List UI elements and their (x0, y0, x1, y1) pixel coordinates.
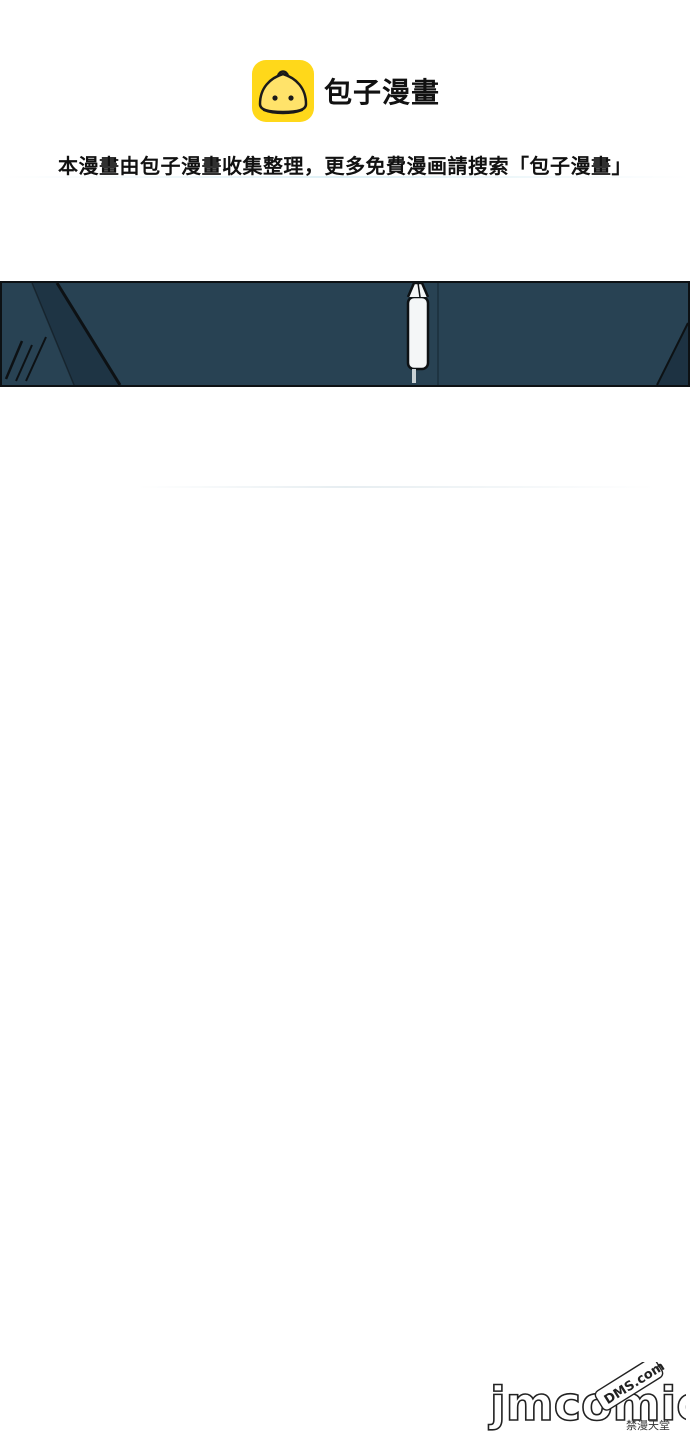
comic-art (4, 283, 688, 385)
comic-panel (0, 281, 690, 387)
notice-text: 本漫畫由包子漫畫收集整理，更多免費漫画請搜索「包子漫畫」 (58, 154, 632, 178)
divider (0, 176, 690, 178)
brand-name: 包子漫畫 (324, 76, 441, 109)
comic-page: { "header": { "app_icon": "steamed-bun-i… (0, 0, 690, 1438)
steamed-bun-icon (252, 60, 314, 122)
jmcomic-watermark: jmcomic DMS.com 禁漫天堂 (486, 1357, 690, 1432)
brand-header: 包子漫畫 (252, 60, 440, 122)
divider (0, 486, 690, 488)
watermark-sub-text: 禁漫天堂 (626, 1418, 670, 1432)
